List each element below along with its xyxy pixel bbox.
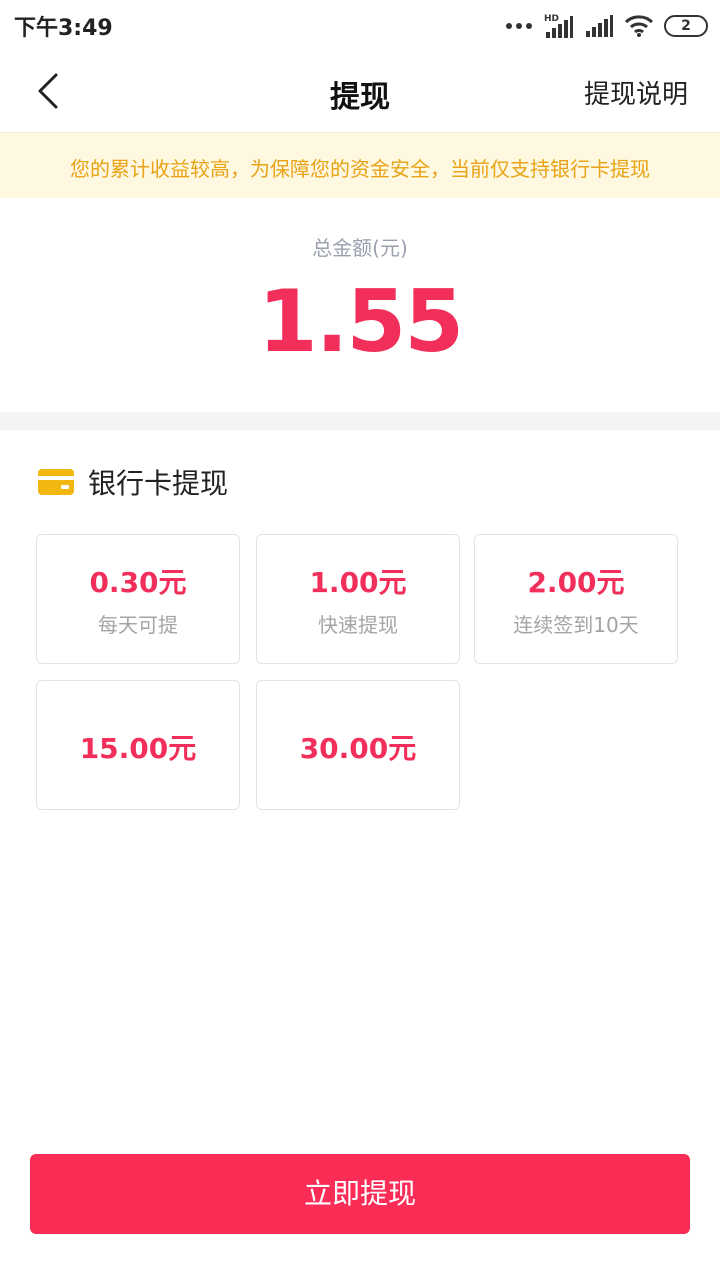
- nav-bar: 提现 提现说明: [0, 50, 720, 132]
- bank-card-section-header: 银行卡提现: [38, 462, 228, 502]
- section-divider: [0, 412, 720, 430]
- status-time: 下午3:49: [14, 16, 113, 41]
- bank-card-icon: [38, 469, 74, 495]
- withdraw-option-1-00[interactable]: 1.00元 快速提现: [256, 534, 460, 664]
- total-amount-value: 1.55: [257, 272, 464, 372]
- notice-text: 您的累计收益较高，为保障您的资金安全，当前仅支持银行卡提现: [70, 157, 650, 181]
- battery-icon: 2: [664, 15, 708, 37]
- notice-banner: 您的累计收益较高，为保障您的资金安全，当前仅支持银行卡提现: [0, 132, 720, 198]
- option-amount: 2.00元: [527, 566, 625, 599]
- option-amount: 1.00元: [309, 566, 407, 599]
- status-icons: HD 2: [506, 11, 708, 41]
- option-desc: 快速提现: [318, 613, 398, 637]
- withdraw-instructions-link[interactable]: 提现说明: [584, 74, 688, 111]
- wifi-icon: [624, 15, 654, 37]
- option-amount: 30.00元: [299, 732, 417, 765]
- withdraw-option-0-30[interactable]: 0.30元 每天可提: [36, 534, 240, 664]
- total-amount-label: 总金额(元): [312, 236, 408, 260]
- option-amount: 15.00元: [79, 732, 197, 765]
- more-dots-icon: [506, 23, 532, 29]
- cell-signal-icon: [586, 15, 613, 37]
- option-amount: 0.30元: [89, 566, 187, 599]
- status-bar: 下午3:49 HD 2: [0, 0, 720, 50]
- back-arrow-icon[interactable]: [30, 71, 70, 111]
- withdraw-option-30-00[interactable]: 30.00元: [256, 680, 460, 810]
- cell-signal-hd-icon: HD: [544, 14, 573, 38]
- withdraw-now-button[interactable]: 立即提现: [30, 1154, 690, 1234]
- bank-card-section-title: 银行卡提现: [88, 467, 229, 500]
- option-desc: 每天可提: [98, 613, 178, 637]
- hd-label: HD: [544, 14, 559, 24]
- withdraw-option-15-00[interactable]: 15.00元: [36, 680, 240, 810]
- withdraw-option-2-00[interactable]: 2.00元 连续签到10天: [474, 534, 678, 664]
- option-desc: 连续签到10天: [513, 613, 639, 637]
